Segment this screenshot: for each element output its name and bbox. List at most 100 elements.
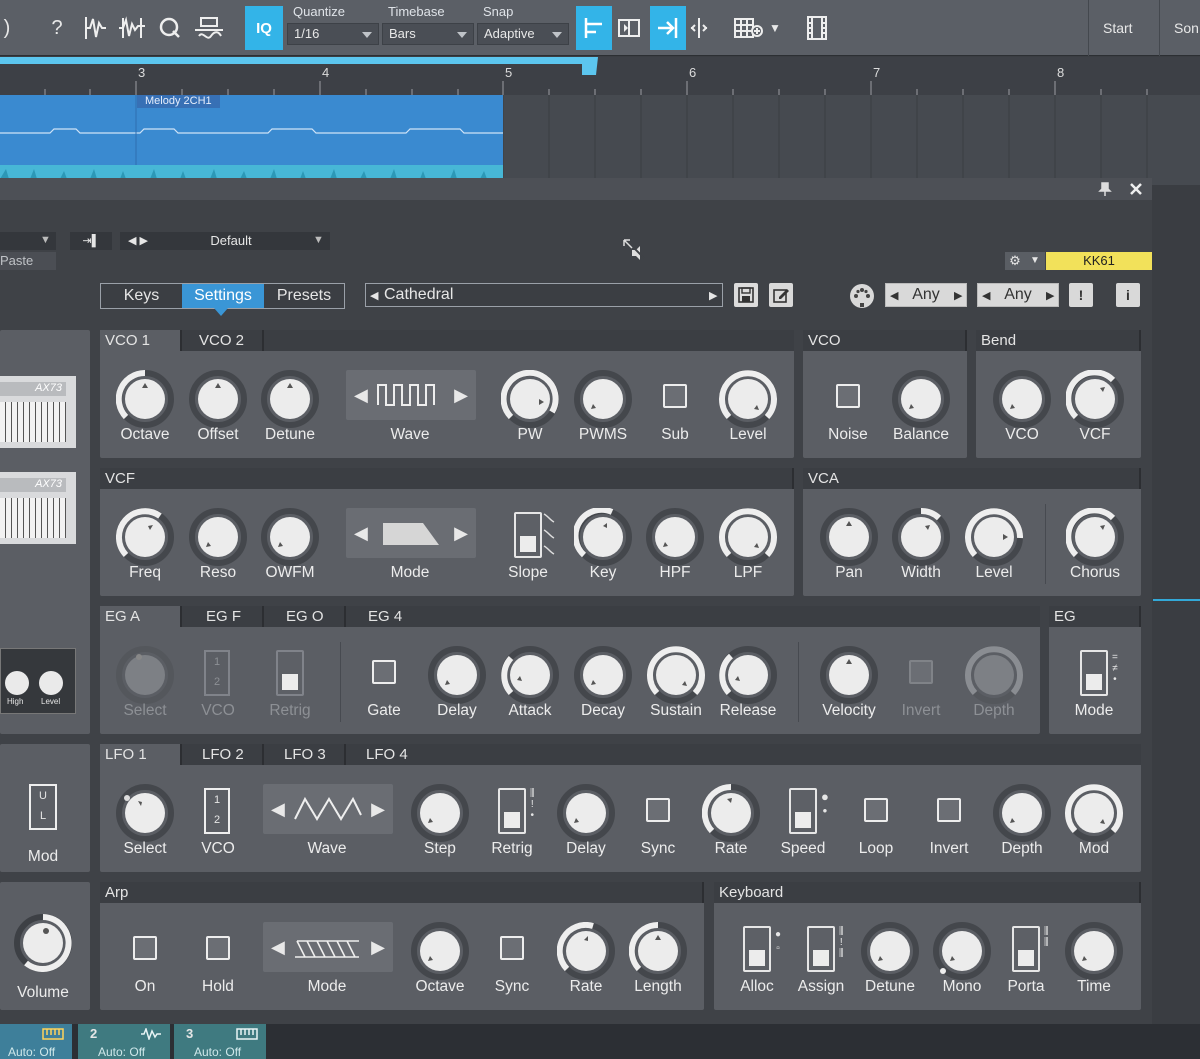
level-knob[interactable]	[37, 669, 65, 697]
midi-port-icon[interactable]	[849, 283, 875, 309]
arp-on-button[interactable]	[133, 936, 157, 960]
snap-to-grid-icon[interactable]	[576, 6, 612, 50]
velocity-knob[interactable]	[820, 646, 878, 704]
wave-selector[interactable]: ◀ ▶	[346, 370, 476, 420]
loop-range-bar[interactable]	[0, 57, 596, 64]
preset-name-field[interactable]: Cathedral	[365, 283, 723, 307]
track-automation-state[interactable]: Auto: Off	[98, 1045, 145, 1059]
arp-sync-button[interactable]	[500, 936, 524, 960]
plugin-titlebar[interactable]	[0, 178, 1152, 200]
step-knob[interactable]	[411, 784, 469, 842]
strip-silence-icon[interactable]	[116, 6, 148, 50]
chevron-right-icon[interactable]: ▶	[454, 523, 468, 544]
kb-detune-knob[interactable]	[861, 922, 919, 980]
loop-end-marker[interactable]	[582, 57, 598, 75]
chevron-down-icon[interactable]: ▼	[1025, 252, 1045, 270]
automation-lane[interactable]	[0, 165, 503, 179]
chevron-left-icon[interactable]: ◀	[354, 385, 368, 406]
gate-button[interactable]	[372, 660, 396, 684]
chevron-left-icon[interactable]: ◀	[271, 799, 285, 820]
noise-button[interactable]	[836, 384, 860, 408]
edit-preset-icon[interactable]	[769, 283, 793, 307]
lfo-rate-knob[interactable]	[702, 784, 760, 842]
grid-dropdown-icon[interactable]: ▼	[766, 6, 784, 50]
level-knob[interactable]	[719, 370, 777, 428]
eg-delay-knob[interactable]	[428, 646, 486, 704]
porta-switch[interactable]	[1012, 926, 1040, 972]
gear-icon[interactable]: ⚙	[1005, 252, 1025, 270]
tab-lfo1[interactable]: LFO 1	[100, 744, 182, 765]
width-knob[interactable]	[892, 508, 950, 566]
paste-button[interactable]: Paste	[0, 252, 56, 270]
tab-eg-a[interactable]: EG A	[100, 606, 182, 627]
loop-button[interactable]	[864, 798, 888, 822]
lfo-wave-selector[interactable]: ◀ ▶	[263, 784, 393, 834]
audio-bend-icon[interactable]	[82, 6, 110, 50]
grid-add-icon[interactable]	[732, 6, 764, 50]
video-icon[interactable]	[804, 6, 830, 50]
release-knob[interactable]	[719, 646, 777, 704]
quantize-select[interactable]: 1/16	[287, 23, 379, 45]
ul-switch[interactable]: UL	[29, 784, 57, 830]
close-icon[interactable]	[1128, 181, 1144, 197]
tab-settings[interactable]: Settings	[182, 284, 264, 308]
info-button[interactable]: i	[1116, 283, 1140, 307]
pin-icon[interactable]	[1098, 182, 1112, 196]
detune-knob[interactable]	[261, 370, 319, 428]
filter-mode-selector[interactable]: ◀ ▶	[346, 508, 476, 558]
iq-button[interactable]: IQ	[245, 6, 283, 50]
snap-to-events-icon[interactable]	[614, 6, 644, 50]
eg-mode-switch[interactable]	[1080, 650, 1108, 696]
tab-vco1[interactable]: VCO 1	[100, 330, 182, 351]
assign-switch[interactable]	[807, 926, 835, 972]
compare-icon[interactable]: ⇥▌	[70, 232, 112, 250]
arp-mode-selector[interactable]: ◀ ▶	[263, 922, 393, 972]
time-knob[interactable]	[1065, 922, 1123, 980]
tab-lfo2[interactable]: LFO 2	[182, 744, 264, 765]
bend-vco-knob[interactable]	[993, 370, 1051, 428]
sub-button[interactable]	[663, 384, 687, 408]
decay-knob[interactable]	[574, 646, 632, 704]
track-automation-state[interactable]: Auto: Off	[194, 1045, 241, 1059]
chevron-left-icon[interactable]: ◀	[354, 523, 368, 544]
chevron-right-icon[interactable]: ▶	[371, 799, 385, 820]
lfo-invert-button[interactable]	[937, 798, 961, 822]
lfo-delay-knob[interactable]	[557, 784, 615, 842]
pan-knob[interactable]	[820, 508, 878, 566]
lfo-mod-knob[interactable]	[1065, 784, 1123, 842]
owfm-knob[interactable]	[261, 508, 319, 566]
track-header[interactable]: 2 Auto: Off	[78, 1024, 170, 1059]
synth-thumbnail-2[interactable]: AX73	[0, 472, 76, 544]
offset-knob[interactable]	[189, 370, 247, 428]
tab-presets[interactable]: Presets	[264, 284, 344, 308]
lpf-knob[interactable]	[719, 508, 777, 566]
preset-next-icon[interactable]: ▶	[709, 289, 717, 302]
bend-vcf-knob[interactable]	[1066, 370, 1124, 428]
track-automation-state[interactable]: Auto: Off	[8, 1045, 55, 1059]
lfo-retrig-switch[interactable]	[498, 788, 526, 834]
mono-knob[interactable]	[933, 922, 991, 980]
lfo-depth-knob[interactable]	[993, 784, 1051, 842]
pw-knob[interactable]	[501, 370, 559, 428]
slope-switch[interactable]	[514, 512, 542, 558]
attack-knob[interactable]	[501, 646, 559, 704]
lfo-sync-button[interactable]	[646, 798, 670, 822]
tab-eg-o[interactable]: EG O	[264, 606, 346, 627]
speed-switch[interactable]	[789, 788, 817, 834]
preset-nav-arrows-icon[interactable]: ◀ ▶	[120, 232, 156, 250]
freq-knob[interactable]	[116, 508, 174, 566]
hpf-knob[interactable]	[646, 508, 704, 566]
length-knob[interactable]	[629, 922, 687, 980]
timebase-select[interactable]: Bars	[382, 23, 474, 45]
song-button[interactable]: Son	[1159, 0, 1200, 56]
tab-lfo4[interactable]: LFO 4	[346, 744, 1141, 765]
tab-eg-4[interactable]: EG 4	[346, 606, 1040, 627]
warning-button[interactable]: !	[1069, 283, 1093, 307]
quantize-icon[interactable]	[156, 6, 184, 50]
tab-lfo3[interactable]: LFO 3	[264, 744, 346, 765]
lfo-select-knob[interactable]	[116, 784, 174, 842]
tab-vco2[interactable]: VCO 2	[182, 330, 264, 351]
octave-knob[interactable]	[116, 370, 174, 428]
sustain-knob[interactable]	[647, 646, 705, 704]
track-header[interactable]: Auto: Off	[0, 1024, 72, 1059]
